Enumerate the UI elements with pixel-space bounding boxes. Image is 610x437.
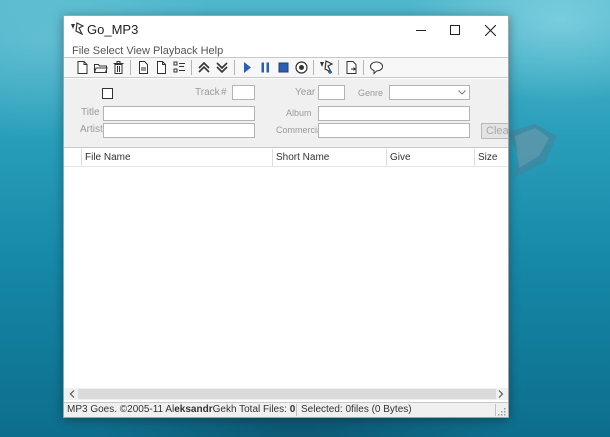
scroll-left-button[interactable]	[67, 389, 77, 399]
track-label: Track	[195, 87, 220, 98]
comment-icon	[369, 61, 383, 75]
new-file-icon	[77, 61, 87, 74]
minimize-icon	[416, 30, 426, 31]
menu-bar: File Select View Playback Help	[64, 45, 508, 57]
new-file-button[interactable]	[73, 59, 91, 77]
column-header-size[interactable]: Size	[474, 149, 508, 166]
title-label: Title	[81, 107, 100, 118]
maximize-icon	[450, 25, 460, 35]
pause-icon	[261, 62, 269, 73]
play-icon	[243, 62, 251, 73]
move-up-button[interactable]	[195, 59, 213, 77]
file-list[interactable]	[64, 167, 508, 387]
toolbar-separator	[363, 60, 364, 75]
close-icon	[484, 24, 496, 36]
year-label: Year	[295, 87, 316, 98]
status-text-bold1: eksandr	[174, 404, 213, 415]
tag-enable-checkbox[interactable]	[102, 88, 113, 99]
clear-button[interactable]: Clear	[481, 123, 508, 139]
move-down-button[interactable]	[213, 59, 231, 77]
blank-document-icon	[156, 61, 166, 74]
open-folder-icon	[93, 64, 108, 73]
column-header-give[interactable]: Give	[386, 149, 474, 166]
status-total-files: 0	[289, 404, 296, 415]
mp3-app-icon	[71, 22, 84, 36]
tag-editor-panel: Track # Year Genre Title Album Artist Co…	[64, 79, 508, 148]
comment-button[interactable]	[367, 59, 385, 77]
album-input[interactable]	[318, 106, 470, 121]
status-bar: MP3 Goes. ©2005-11 AleksandrGekh Total F…	[64, 402, 508, 417]
title-bar[interactable]: Go_MP3	[64, 16, 508, 44]
commercial-label: Commercial	[276, 125, 325, 135]
convert-button[interactable]	[317, 59, 335, 77]
blank-document-button[interactable]	[152, 59, 170, 77]
export-icon	[346, 61, 356, 74]
column-header-short-name[interactable]: Short Name	[272, 149, 386, 166]
artist-input[interactable]	[103, 123, 255, 138]
menu-playback[interactable]: Playback	[153, 45, 198, 57]
track-input[interactable]	[232, 85, 255, 100]
document-button[interactable]	[134, 59, 152, 77]
move-down-icon	[215, 62, 228, 74]
trash-button[interactable]	[109, 59, 127, 77]
window-title: Go_MP3	[87, 22, 139, 37]
track-hash-label: #	[221, 87, 227, 98]
status-credits: MP3 Goes. ©2005-11 AleksandrGekh Total F…	[67, 404, 295, 416]
title-input[interactable]	[103, 106, 255, 121]
chevron-left-icon	[69, 390, 75, 398]
close-button[interactable]	[473, 16, 507, 44]
toolbar-separator	[313, 60, 314, 75]
toolbar-separator	[338, 60, 339, 75]
genre-label: Genre	[358, 88, 384, 98]
list-button[interactable]	[170, 59, 188, 77]
background-shark-shape	[507, 124, 557, 178]
genre-select[interactable]	[389, 85, 470, 100]
toolbar	[64, 57, 508, 78]
file-table-header: File Name Short Name Give Size	[64, 149, 508, 167]
chevron-right-icon	[498, 390, 504, 398]
document-icon	[138, 61, 148, 74]
app-window: Go_MP3 File Select View Playback Help Track …	[63, 15, 509, 418]
list-icon	[173, 61, 185, 73]
stop-icon	[278, 62, 288, 73]
year-input[interactable]	[318, 85, 345, 100]
scroll-track[interactable]	[78, 389, 496, 399]
chevron-down-icon	[458, 90, 466, 95]
stop-button[interactable]	[274, 59, 292, 77]
status-divider	[296, 404, 297, 416]
toolbar-separator	[234, 60, 235, 75]
menu-view[interactable]: View	[126, 45, 150, 57]
status-text-part2: Gekh Total Files:	[212, 404, 290, 415]
play-button[interactable]	[238, 59, 256, 77]
resize-grip-icon[interactable]	[496, 406, 506, 416]
menu-file[interactable]: File	[72, 45, 90, 57]
scroll-right-button[interactable]	[496, 389, 506, 399]
status-selected: Selected: 0files (0 Bytes)	[301, 404, 412, 415]
column-header-file-name[interactable]: File Name	[81, 149, 272, 166]
toolbar-separator	[130, 60, 131, 75]
record-icon	[294, 61, 308, 74]
horizontal-scrollbar[interactable]	[64, 388, 508, 400]
toolbar-separator	[191, 60, 192, 75]
album-label: Album	[286, 108, 312, 118]
open-folder-button[interactable]	[91, 59, 109, 77]
minimize-button[interactable]	[404, 16, 438, 44]
maximize-button[interactable]	[438, 16, 472, 44]
column-header-select[interactable]	[66, 149, 81, 166]
commercial-input[interactable]	[318, 123, 470, 138]
export-button[interactable]	[342, 59, 360, 77]
status-text-part1: MP3 Goes. ©2005-11 Al	[67, 404, 175, 415]
record-button[interactable]	[292, 59, 310, 77]
move-up-icon	[197, 61, 210, 73]
menu-select[interactable]: Select	[93, 45, 124, 57]
menu-help[interactable]: Help	[201, 45, 224, 57]
convert-icon	[319, 60, 333, 74]
trash-icon	[113, 61, 123, 74]
pause-button[interactable]	[256, 59, 274, 77]
artist-label: Artist	[80, 124, 103, 135]
